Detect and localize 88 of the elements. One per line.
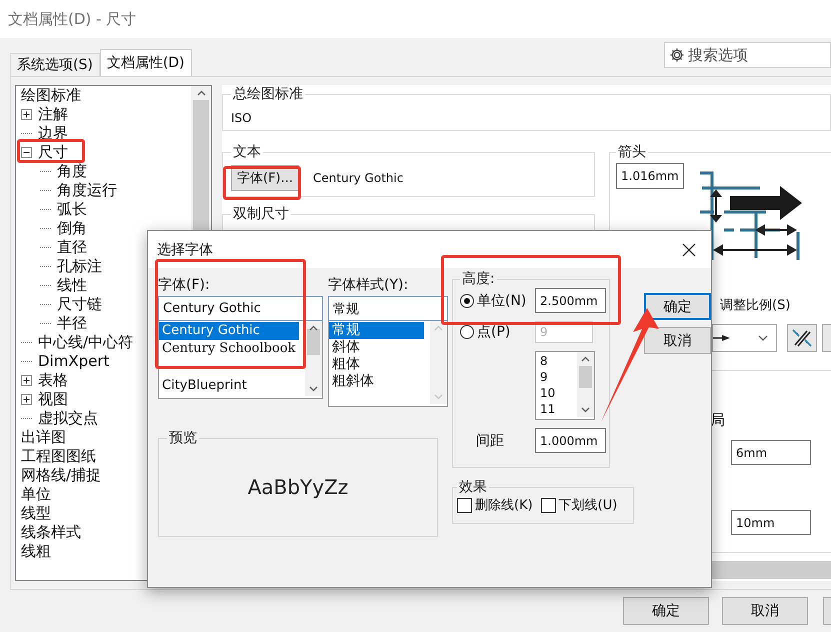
input-field[interactable]: 10mm bbox=[731, 510, 811, 535]
dialog-button[interactable]: 取消 bbox=[722, 597, 808, 625]
tree-item[interactable]: 线性 bbox=[57, 276, 87, 295]
arrow-size-field[interactable]: 1.016mm bbox=[616, 163, 684, 189]
tree-item[interactable]: 弧长 bbox=[57, 200, 87, 219]
input-field[interactable]: Century Gothic bbox=[158, 296, 323, 321]
caret-icon bbox=[758, 335, 768, 341]
input-field[interactable]: 6mm bbox=[731, 440, 811, 465]
font-sample: AaBbYyZz bbox=[246, 475, 350, 499]
group-title: 双制尺寸 bbox=[232, 205, 290, 223]
input-field[interactable]: 常规 bbox=[328, 296, 448, 321]
input-field[interactable]: 2.500mm bbox=[535, 288, 606, 313]
chevron-down-icon[interactable] bbox=[309, 386, 318, 392]
scrollbar[interactable] bbox=[577, 352, 594, 417]
tree-item[interactable]: 线型 bbox=[21, 504, 51, 523]
annotation-frame bbox=[17, 139, 85, 163]
tree-item[interactable]: 绘图标准 bbox=[21, 86, 81, 105]
list-item[interactable]: 粗斜体 bbox=[329, 373, 424, 390]
group-title: 总绘图标准 bbox=[232, 85, 304, 103]
arrows-inward-button[interactable] bbox=[787, 324, 817, 352]
dialog-button[interactable]: 确定 bbox=[623, 597, 709, 625]
tree-item[interactable]: 孔标注 bbox=[57, 257, 102, 276]
list-item[interactable]: Century Gothic bbox=[159, 322, 299, 340]
checkbox[interactable]: 下划线(U) bbox=[540, 496, 618, 514]
scale-label: 调整比例(S) bbox=[720, 297, 792, 314]
list-item[interactable]: CityBlueprint bbox=[159, 377, 299, 395]
input-field[interactable]: 1.000mm bbox=[535, 428, 606, 453]
list-item[interactable]: 8 bbox=[536, 353, 577, 369]
list-item[interactable]: Century Schoolbook bbox=[159, 340, 299, 358]
tree-item[interactable]: 表格 bbox=[38, 371, 68, 390]
list-item[interactable]: 11 bbox=[536, 401, 577, 417]
window-title: 文档属性(D) - 尺寸 bbox=[8, 10, 136, 28]
dialog-button[interactable]: 取消 bbox=[644, 327, 711, 354]
group-title: 效果 bbox=[458, 478, 488, 496]
standard-value: ISO bbox=[231, 110, 253, 125]
list-item[interactable]: 粗体 bbox=[329, 356, 424, 373]
group-title: 文本 bbox=[232, 143, 262, 161]
group-title: 预览 bbox=[168, 429, 198, 447]
tree-item[interactable]: 线粗 bbox=[21, 542, 51, 561]
list-item[interactable]: 常规 bbox=[329, 322, 424, 339]
tree-item[interactable]: 注解 bbox=[38, 105, 68, 124]
tree-item[interactable]: 虚拟交点 bbox=[38, 409, 98, 428]
field-label: 字体(F): bbox=[158, 276, 211, 295]
gear-icon bbox=[669, 47, 685, 63]
tree-item[interactable]: 角度 bbox=[57, 162, 87, 181]
tree-item[interactable]: 半径 bbox=[57, 314, 87, 333]
tree-item[interactable]: 单位 bbox=[21, 485, 51, 504]
group-title: 局 bbox=[710, 411, 726, 430]
tree-item[interactable]: 尺寸 bbox=[38, 143, 68, 162]
radio-button[interactable]: 单位(N) bbox=[460, 292, 535, 310]
chevron-up-icon[interactable] bbox=[309, 325, 318, 331]
group-title: 箭头 bbox=[617, 143, 647, 161]
list-item[interactable]: 斜体 bbox=[329, 339, 424, 356]
close-icon[interactable] bbox=[681, 242, 697, 258]
tree-item[interactable]: 倒角 bbox=[57, 219, 87, 238]
tree-item[interactable]: 中心线/中心符 bbox=[38, 333, 134, 352]
tab[interactable]: 系统选项(S) bbox=[10, 53, 100, 76]
field-label: 间距 bbox=[475, 432, 505, 450]
group-title: 高度: bbox=[461, 270, 496, 288]
list-item[interactable]: 10 bbox=[536, 385, 577, 401]
arrows-inward-icon bbox=[792, 328, 812, 348]
chevron-down-icon[interactable] bbox=[581, 407, 590, 413]
tree-item[interactable]: 工程图图纸 bbox=[21, 447, 96, 466]
tree-item[interactable]: 直径 bbox=[57, 238, 87, 257]
scrollbar[interactable] bbox=[305, 321, 322, 396]
tree-item[interactable]: 视图 bbox=[38, 390, 68, 409]
search-field[interactable]: 搜索选项 bbox=[664, 42, 831, 68]
plus-icon[interactable] bbox=[21, 394, 32, 405]
dialog-button[interactable]: 确定 bbox=[644, 293, 711, 320]
chevron-up-icon[interactable] bbox=[581, 356, 590, 362]
list-item[interactable]: 9 bbox=[536, 369, 577, 385]
dialog-title: 选择字体 bbox=[157, 240, 213, 258]
tree-item[interactable]: 出详图 bbox=[21, 428, 66, 447]
tree-item[interactable]: 线条样式 bbox=[21, 523, 81, 542]
tree-item[interactable]: 网格线/捕捉 bbox=[21, 466, 102, 485]
tree-item[interactable]: DimXpert bbox=[38, 352, 110, 371]
chevron-up-icon[interactable] bbox=[196, 90, 206, 96]
font-name: Century Gothic bbox=[313, 171, 404, 185]
tree-item[interactable]: 角度运行 bbox=[57, 181, 117, 200]
plus-icon[interactable] bbox=[21, 109, 32, 120]
field-label: 字体样式(Y): bbox=[328, 276, 410, 295]
plus-icon[interactable] bbox=[21, 375, 32, 386]
radio-button[interactable]: 点(P) bbox=[460, 323, 535, 341]
tab[interactable]: 文档属性(D) bbox=[100, 49, 192, 76]
minus-icon[interactable] bbox=[21, 147, 32, 158]
arrow-style-dropdown[interactable] bbox=[712, 324, 777, 352]
checkbox[interactable]: 删除线(K) bbox=[457, 496, 533, 514]
tree-item[interactable]: 尺寸链 bbox=[57, 295, 102, 314]
